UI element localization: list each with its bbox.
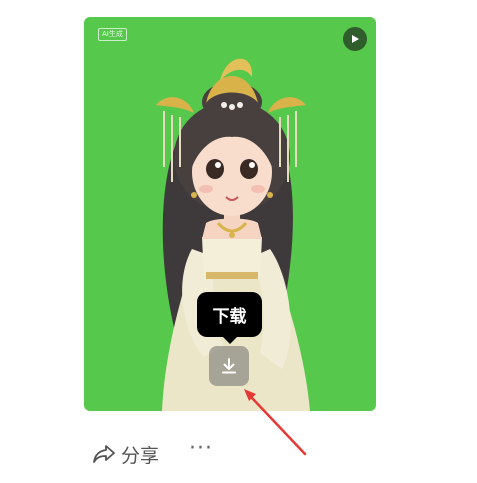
more-options-button[interactable]: ··· [189, 438, 213, 460]
share-arrow-icon [93, 445, 115, 463]
stage: AI生成 下载 分享 ··· [0, 0, 477, 483]
share-label: 分享 [121, 444, 160, 467]
download-button[interactable] [209, 346, 249, 386]
download-tooltip-label: 下载 [212, 307, 247, 327]
play-icon [352, 35, 359, 43]
download-tooltip: 下载 [197, 292, 262, 344]
share-button[interactable]: 分享 [92, 441, 159, 468]
card-actions: 分享 ··· [92, 438, 213, 468]
play-button[interactable] [343, 27, 367, 51]
ai-generated-badge: AI生成 [98, 28, 127, 41]
download-icon [222, 358, 236, 374]
